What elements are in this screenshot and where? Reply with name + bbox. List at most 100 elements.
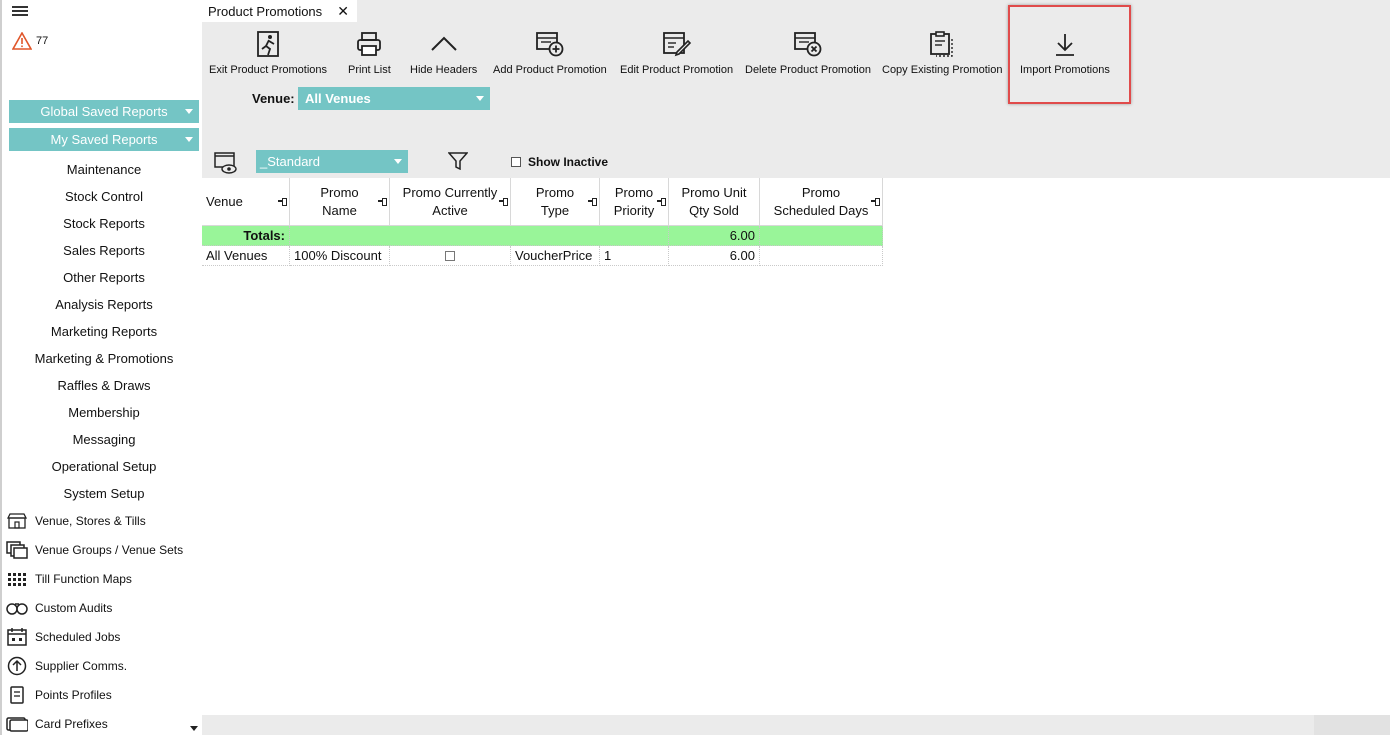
- column-header-promo-name[interactable]: Promo Name: [290, 178, 390, 226]
- delete-product-promotion-button[interactable]: Delete Product Promotion: [745, 28, 871, 80]
- sidebar-item-sales-reports[interactable]: Sales Reports: [4, 237, 204, 264]
- header-label: Venue: [206, 193, 243, 209]
- pin-icon[interactable]: [378, 198, 387, 206]
- column-header-scheduled-days[interactable]: Promo Scheduled Days: [760, 178, 883, 226]
- upload-circle-icon: [6, 656, 28, 676]
- clipboard-copy-icon: [928, 28, 956, 60]
- sidebar-item-supplier-comms[interactable]: Supplier Comms.: [6, 651, 202, 680]
- show-inactive-label: Show Inactive: [528, 155, 609, 169]
- chevron-up-icon: [429, 28, 459, 60]
- cell-promo-active[interactable]: [390, 246, 511, 266]
- cell-venue[interactable]: All Venues: [202, 246, 290, 266]
- cell-promo-name[interactable]: 100% Discount: [290, 246, 390, 266]
- sidebar-item-messaging[interactable]: Messaging: [4, 426, 204, 453]
- global-saved-reports-label: Global Saved Reports: [40, 104, 168, 119]
- printer-icon: [356, 28, 382, 60]
- header-label: Promo Type: [535, 184, 575, 218]
- pin-icon[interactable]: [499, 198, 508, 206]
- edit-document-icon: [662, 28, 692, 60]
- sidebar-item-venue-groups[interactable]: Venue Groups / Venue Sets: [6, 535, 202, 564]
- cell-scheduled-days[interactable]: [760, 246, 883, 266]
- global-saved-reports-dropdown[interactable]: Global Saved Reports: [9, 100, 199, 123]
- column-header-venue[interactable]: Venue: [202, 178, 290, 226]
- column-header-qty-sold[interactable]: Promo Unit Qty Sold: [669, 178, 760, 226]
- sidebar-item-maintenance[interactable]: Maintenance: [4, 156, 204, 183]
- sidebar-item-label: Till Function Maps: [35, 571, 132, 586]
- alert-indicator[interactable]: 77: [12, 32, 48, 50]
- chevron-down-icon: [476, 96, 484, 101]
- sidebar-item-scheduled-jobs[interactable]: Scheduled Jobs: [6, 622, 202, 651]
- handcuffs-icon: [6, 598, 28, 618]
- sidebar-item-stock-reports[interactable]: Stock Reports: [4, 210, 204, 237]
- close-icon[interactable]: ✕: [337, 3, 349, 20]
- sidebar-item-analysis-reports[interactable]: Analysis Reports: [4, 291, 204, 318]
- toolbar-label: Print List: [348, 64, 391, 76]
- hamburger-menu-icon[interactable]: [12, 4, 28, 18]
- tab-product-promotions[interactable]: Product Promotions ✕: [202, 0, 357, 22]
- column-header-promo-active[interactable]: Promo Currently Active: [390, 178, 511, 226]
- sidebar-item-other-reports[interactable]: Other Reports: [4, 264, 204, 291]
- add-document-icon: [535, 28, 565, 60]
- grid-icon: [6, 569, 28, 589]
- sidebar-item-membership[interactable]: Membership: [4, 399, 204, 426]
- chevron-down-icon: [185, 137, 193, 142]
- pin-icon[interactable]: [588, 198, 597, 206]
- exit-product-promotions-button[interactable]: Exit Product Promotions: [209, 28, 327, 80]
- sidebar-item-custom-audits[interactable]: Custom Audits: [6, 593, 202, 622]
- view-layout-icon[interactable]: [214, 152, 238, 179]
- sidebar-item-label: Venue Groups / Venue Sets: [35, 542, 184, 557]
- pin-icon[interactable]: [871, 198, 880, 206]
- pin-icon[interactable]: [657, 198, 666, 206]
- calendar-icon: [6, 627, 28, 647]
- edit-product-promotion-button[interactable]: Edit Product Promotion: [620, 28, 733, 80]
- show-inactive-checkbox[interactable]: Show Inactive: [511, 155, 608, 169]
- cell-promo-priority[interactable]: 1: [600, 246, 669, 266]
- checkbox-box[interactable]: [511, 157, 521, 167]
- promo-active-checkbox[interactable]: [445, 250, 455, 261]
- sidebar-item-label: Card Prefixes: [35, 716, 108, 731]
- filter-icon[interactable]: [447, 152, 469, 175]
- main-panel: Product Promotions ✕ Exit Product Promot…: [202, 0, 1390, 735]
- totals-scheduled-days: [760, 226, 883, 246]
- copy-existing-promotion-button[interactable]: Copy Existing Promotion: [882, 28, 1002, 80]
- toolbar-label: Delete Product Promotion: [745, 64, 871, 76]
- venue-groups-icon: [6, 540, 28, 560]
- sidebar-item-label: Points Profiles: [35, 687, 112, 702]
- sidebar-item-system-setup[interactable]: System Setup: [4, 480, 204, 507]
- layout-value: _Standard: [260, 154, 320, 169]
- sidebar-item-card-prefixes[interactable]: Card Prefixes: [6, 709, 202, 735]
- horizontal-scrollbar[interactable]: [202, 715, 1314, 735]
- my-saved-reports-dropdown[interactable]: My Saved Reports: [9, 128, 199, 151]
- column-header-promo-type[interactable]: Promo Type: [511, 178, 600, 226]
- sidebar-item-marketing-promotions[interactable]: Marketing & Promotions: [4, 345, 204, 372]
- warning-icon: [12, 32, 32, 50]
- hide-headers-button[interactable]: Hide Headers: [410, 28, 477, 80]
- venue-label: Venue:: [252, 91, 295, 106]
- sidebar-item-operational-setup[interactable]: Operational Setup: [4, 453, 204, 480]
- sidebar-item-marketing-reports[interactable]: Marketing Reports: [4, 318, 204, 345]
- tab-title: Product Promotions: [208, 3, 323, 19]
- sidebar-item-stock-control[interactable]: Stock Control: [4, 183, 204, 210]
- pin-icon[interactable]: [278, 198, 287, 206]
- totals-qty-sold: 6.00: [669, 226, 760, 246]
- sidebar-item-points-profiles[interactable]: Points Profiles: [6, 680, 202, 709]
- cell-promo-type[interactable]: VoucherPrice: [511, 246, 600, 266]
- cell-qty-sold[interactable]: 6.00: [669, 246, 760, 266]
- sidebar-item-venue-stores-tills[interactable]: Venue, Stores & Tills: [6, 506, 202, 535]
- sidebar-item-label: Scheduled Jobs: [35, 629, 121, 644]
- header-label: Promo Scheduled Days: [773, 184, 869, 218]
- venue-value: All Venues: [305, 91, 371, 106]
- document-icon: [6, 685, 28, 705]
- header-label: Promo Priority: [613, 184, 655, 218]
- add-product-promotion-button[interactable]: Add Product Promotion: [493, 28, 607, 80]
- toolbar-label: Edit Product Promotion: [620, 64, 734, 76]
- column-header-promo-priority[interactable]: Promo Priority: [600, 178, 669, 226]
- sidebar-item-till-function-maps[interactable]: Till Function Maps: [6, 564, 202, 593]
- sidebar-item-raffles-draws[interactable]: Raffles & Draws: [4, 372, 204, 399]
- print-list-button[interactable]: Print List: [348, 28, 391, 80]
- toolbar-area: Product Promotions ✕ Exit Product Promot…: [202, 0, 1390, 178]
- layout-dropdown[interactable]: _Standard: [256, 150, 408, 173]
- venue-dropdown[interactable]: All Venues: [298, 87, 490, 110]
- scroll-down-icon[interactable]: [190, 726, 198, 731]
- sidebar-item-label: Supplier Comms.: [35, 658, 128, 673]
